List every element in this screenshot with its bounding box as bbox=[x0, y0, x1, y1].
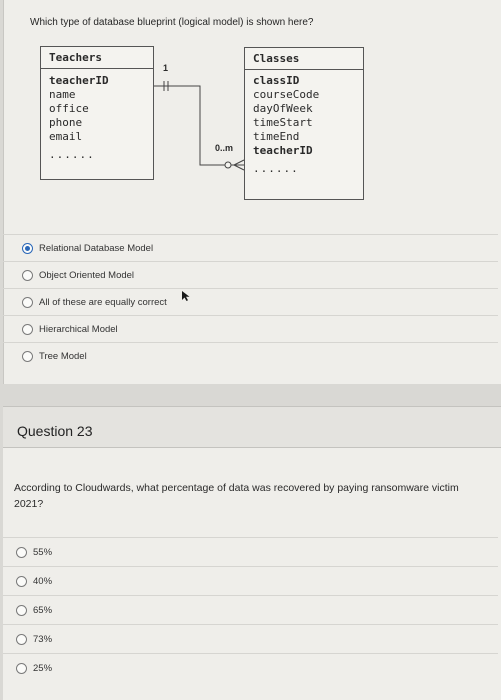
relationship-many-label: 0..m bbox=[215, 143, 234, 153]
radio-button-selected[interactable] bbox=[22, 242, 33, 254]
teachers-key-field: teacherID bbox=[49, 74, 109, 87]
answer-option-label: Object Oriented Model bbox=[39, 269, 135, 281]
radio-button[interactable] bbox=[16, 575, 27, 587]
teachers-field: name bbox=[49, 88, 76, 101]
crows-foot-upper bbox=[233, 159, 245, 166]
question-23-options: 55% 40% 65% 73% 25% bbox=[3, 537, 498, 682]
answer-option[interactable]: Tree Model bbox=[3, 342, 498, 369]
classes-key-field: classID bbox=[253, 74, 300, 87]
zero-marker-circle bbox=[224, 161, 232, 169]
relationship-line bbox=[154, 85, 244, 166]
answer-option-label: 65% bbox=[33, 604, 53, 616]
classes-ellipsis: ...... bbox=[253, 162, 299, 175]
teachers-field: email bbox=[49, 130, 83, 143]
classes-entity-title: Classes bbox=[245, 48, 363, 70]
question-22-options: Relational Database Model Object Oriente… bbox=[3, 234, 498, 369]
crows-foot-lower bbox=[233, 164, 245, 171]
answer-option-label: 40% bbox=[33, 575, 53, 587]
answer-option-label: 25% bbox=[33, 662, 53, 674]
teachers-field: office bbox=[49, 102, 89, 115]
classes-field: courseCode bbox=[253, 88, 320, 101]
question-23-prompt: According to Cloudwards, what percentage… bbox=[14, 482, 459, 510]
answer-option[interactable]: 65% bbox=[3, 595, 498, 624]
relationship-one-label: 1 bbox=[163, 63, 169, 73]
radio-button[interactable] bbox=[22, 323, 33, 335]
question-23-header: Question 23 bbox=[3, 406, 501, 448]
answer-option[interactable]: Hierarchical Model bbox=[3, 315, 498, 342]
answer-option[interactable]: 25% bbox=[3, 653, 498, 682]
answer-option-label: Relational Database Model bbox=[39, 242, 154, 254]
answer-option-label: Tree Model bbox=[39, 350, 87, 362]
radio-button[interactable] bbox=[16, 604, 27, 616]
teachers-field: phone bbox=[49, 116, 83, 129]
answer-option-label: All of these are equally correct bbox=[39, 296, 167, 308]
teachers-entity: Teachers teacherID name office phone ema… bbox=[40, 46, 154, 180]
answer-option-label: 55% bbox=[33, 546, 53, 558]
radio-button[interactable] bbox=[22, 269, 33, 281]
classes-entity: Classes classID courseCode dayOfWeek tim… bbox=[244, 47, 364, 200]
answer-option[interactable]: 40% bbox=[3, 566, 498, 595]
mouse-pointer-icon bbox=[182, 291, 190, 301]
radio-button[interactable] bbox=[22, 296, 33, 308]
answer-option[interactable]: 55% bbox=[3, 537, 498, 566]
answer-option[interactable]: All of these are equally correct bbox=[3, 288, 498, 315]
answer-option-label: Hierarchical Model bbox=[39, 323, 118, 335]
answer-option-label: 73% bbox=[33, 633, 53, 645]
question-23-title: Question 23 bbox=[17, 423, 93, 439]
classes-foreign-key: teacherID bbox=[253, 144, 313, 157]
classes-field: dayOfWeek bbox=[253, 102, 313, 115]
answer-option[interactable]: Object Oriented Model bbox=[3, 261, 498, 288]
answer-option[interactable]: 73% bbox=[3, 624, 498, 653]
answer-option[interactable]: Relational Database Model bbox=[3, 234, 498, 261]
radio-button[interactable] bbox=[16, 546, 27, 558]
radio-button[interactable] bbox=[22, 350, 33, 362]
radio-button[interactable] bbox=[16, 633, 27, 645]
classes-field: timeStart bbox=[253, 116, 313, 129]
teachers-ellipsis: ...... bbox=[49, 148, 95, 161]
teachers-entity-title: Teachers bbox=[41, 47, 153, 69]
radio-button[interactable] bbox=[16, 662, 27, 674]
classes-field: timeEnd bbox=[253, 130, 300, 143]
